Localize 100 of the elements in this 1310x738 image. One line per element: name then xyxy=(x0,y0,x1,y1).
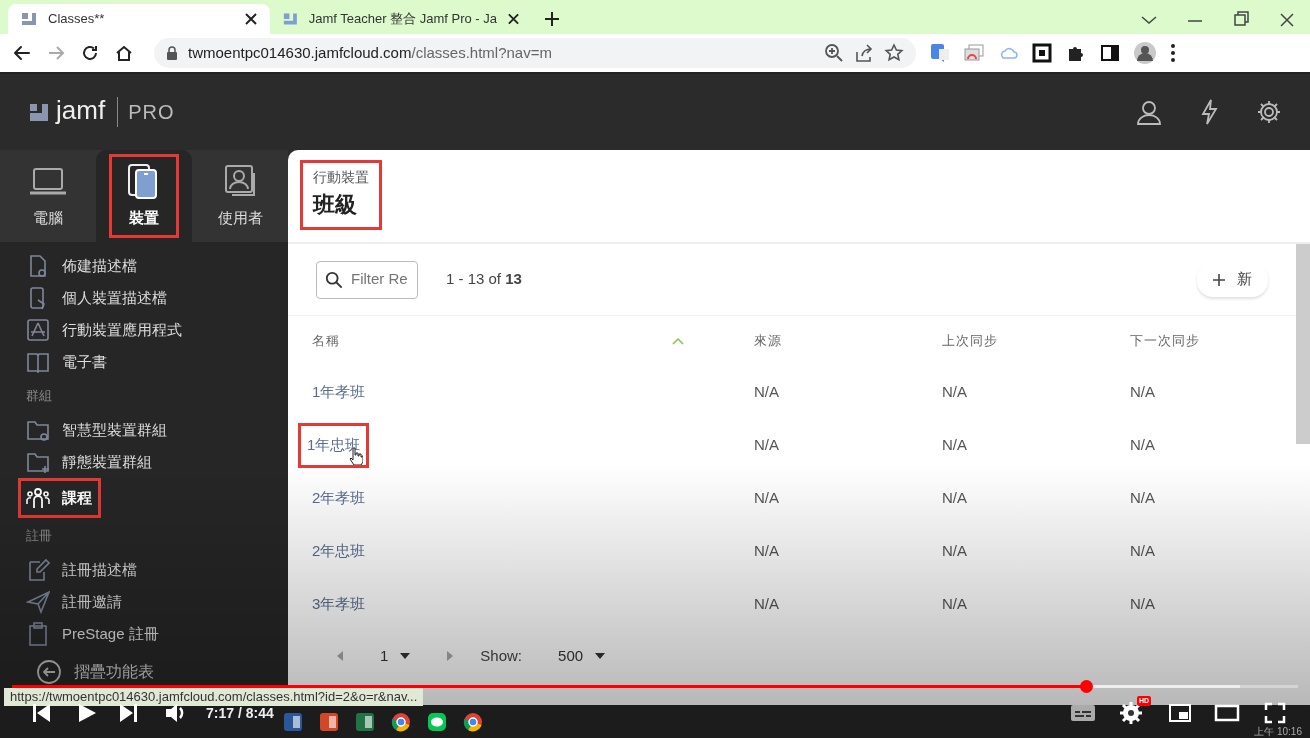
app-store-icon xyxy=(26,318,50,342)
back-icon[interactable] xyxy=(12,43,32,63)
browser-icon[interactable] xyxy=(390,710,412,733)
table-cell-text: N/A xyxy=(941,594,968,615)
caret-icon xyxy=(595,653,606,659)
address-bar[interactable]: twmoentpc014630.jamfcloud.com/classes.html?nav=m xyxy=(154,38,916,68)
table-cell-text: N/A xyxy=(753,435,780,456)
powerpoint-icon[interactable] xyxy=(318,710,340,733)
avatar-icon[interactable] xyxy=(1134,42,1156,64)
section-heading: 群組 xyxy=(26,387,52,406)
column-header[interactable]: 上次同步 xyxy=(932,316,1120,366)
folder-plus-icon xyxy=(26,450,50,474)
class-link[interactable]: 2年孝班 xyxy=(308,487,366,510)
subtitles-icon[interactable] xyxy=(1070,703,1096,723)
fullscreen-icon[interactable] xyxy=(1264,702,1286,724)
star-icon[interactable] xyxy=(884,43,904,63)
book-icon xyxy=(26,350,50,374)
page-size-select[interactable]: 500 xyxy=(548,638,616,674)
filter-field[interactable]: Filter Re xyxy=(316,260,418,299)
sidebar-item[interactable]: 靜態裝置群組 xyxy=(18,446,161,478)
taskbar-clock: 上午 10:16 xyxy=(1254,726,1302,737)
table-cell-text: N/A xyxy=(753,594,780,615)
url-text: twmoentpc014630.jamfcloud.com/classes.html?nav=m xyxy=(188,42,552,63)
table-cell-text: N/A xyxy=(1129,594,1156,615)
theater-mode-icon[interactable] xyxy=(1214,703,1240,723)
back-circle-icon xyxy=(36,659,62,685)
sidebar-item[interactable]: 個人裝置描述檔 xyxy=(18,282,176,314)
sidebar-item[interactable]: 課程 xyxy=(18,478,101,518)
caret-icon xyxy=(400,653,411,659)
sidebar-item[interactable]: 佈建描述檔 xyxy=(18,250,146,282)
breadcrumb: 行動裝置 xyxy=(313,168,369,187)
tab-label: 使用者 xyxy=(217,207,263,228)
home-icon[interactable] xyxy=(114,43,134,63)
column-header[interactable]: 來源 xyxy=(744,316,932,366)
table-cell-text: N/A xyxy=(941,488,968,509)
tab-label: 裝置 xyxy=(129,207,159,228)
section-heading: 註冊 xyxy=(26,527,52,546)
table-cell-text: N/A xyxy=(1129,488,1156,509)
sidebar-item[interactable]: 智慧型裝置群組 xyxy=(18,414,176,446)
translate-icon[interactable] xyxy=(930,43,950,63)
new-button[interactable]: 新 xyxy=(1197,262,1268,297)
class-link[interactable]: 1年忠班 xyxy=(298,423,370,468)
photos-icon[interactable] xyxy=(964,43,984,63)
user-icon[interactable] xyxy=(1136,99,1162,125)
chat-bubble-icon[interactable] xyxy=(426,710,448,733)
excel-icon[interactable] xyxy=(354,710,376,733)
page-title: 班級 xyxy=(313,191,358,219)
table-cell-text: N/A xyxy=(941,541,968,562)
sidebar-item[interactable]: 註冊描述檔 xyxy=(18,554,146,586)
sidebar-item[interactable]: 電子書 xyxy=(18,346,116,378)
browser-tab[interactable]: Jamf Teacher 整合 Jamf Pro - Ja xyxy=(270,4,532,34)
square-icon[interactable] xyxy=(1032,43,1052,63)
menu-icon[interactable] xyxy=(1170,43,1176,63)
column-header[interactable]: 名稱 xyxy=(302,316,744,366)
browser-tab[interactable]: Classes** xyxy=(8,4,270,34)
close-icon[interactable] xyxy=(244,12,258,26)
share-icon[interactable] xyxy=(854,43,874,63)
folder-sync-icon xyxy=(26,418,50,442)
table-cell-text: N/A xyxy=(1129,541,1156,562)
table-cell-text: N/A xyxy=(753,382,780,403)
nav-tab[interactable]: 使用者 xyxy=(192,150,288,242)
zoom-icon[interactable] xyxy=(824,43,844,63)
people-icon xyxy=(26,486,50,510)
table-cell-text: N/A xyxy=(753,541,780,562)
document-pen-icon xyxy=(26,558,50,582)
product-name: PRO xyxy=(117,97,175,127)
class-link[interactable]: 2年忠班 xyxy=(308,540,366,563)
nav-tab[interactable]: 裝置 xyxy=(96,150,192,242)
play-icon[interactable] xyxy=(76,702,98,724)
previous-icon[interactable] xyxy=(30,702,52,724)
show-label: Show: xyxy=(480,645,523,666)
word-icon[interactable] xyxy=(282,710,304,733)
sidebar-item[interactable]: PreStage 註冊 xyxy=(18,618,168,650)
search-icon xyxy=(325,269,343,290)
reload-icon[interactable] xyxy=(80,43,100,63)
jamf-logo-icon xyxy=(28,101,50,123)
lightning-icon[interactable] xyxy=(1200,99,1218,125)
browser-icon[interactable] xyxy=(462,710,484,733)
clipboard-icon xyxy=(26,622,50,646)
column-header[interactable]: 下一次同步 xyxy=(1120,316,1296,366)
table-cell-text: N/A xyxy=(1129,435,1156,456)
table-cell-text: N/A xyxy=(941,382,968,403)
sidebar-item[interactable]: 註冊邀請 xyxy=(18,586,131,618)
page-icon xyxy=(282,10,299,28)
settings-icon[interactable] xyxy=(1256,99,1282,125)
page-select[interactable]: 1 xyxy=(370,638,421,674)
scrollbar[interactable] xyxy=(1296,244,1310,444)
sidepanel-icon[interactable] xyxy=(1100,43,1120,63)
miniplayer-icon[interactable] xyxy=(1168,703,1192,723)
close-icon[interactable] xyxy=(507,12,520,26)
nav-tab[interactable]: 電腦 xyxy=(0,150,96,242)
class-link[interactable]: 1年孝班 xyxy=(308,381,366,404)
tab-label: 電腦 xyxy=(33,207,63,228)
status-url: https://twmoentpc014630.jamfcloud.com/classes.html?id=2&o=r&nav... xyxy=(4,688,424,706)
table-cell-text: N/A xyxy=(1129,382,1156,403)
class-link[interactable]: 3年孝班 xyxy=(308,593,366,616)
sidebar-item[interactable]: 行動裝置應用程式 xyxy=(18,314,191,346)
table-cell-text: N/A xyxy=(941,435,968,456)
page-icon xyxy=(20,10,38,28)
next-icon[interactable] xyxy=(118,702,140,724)
